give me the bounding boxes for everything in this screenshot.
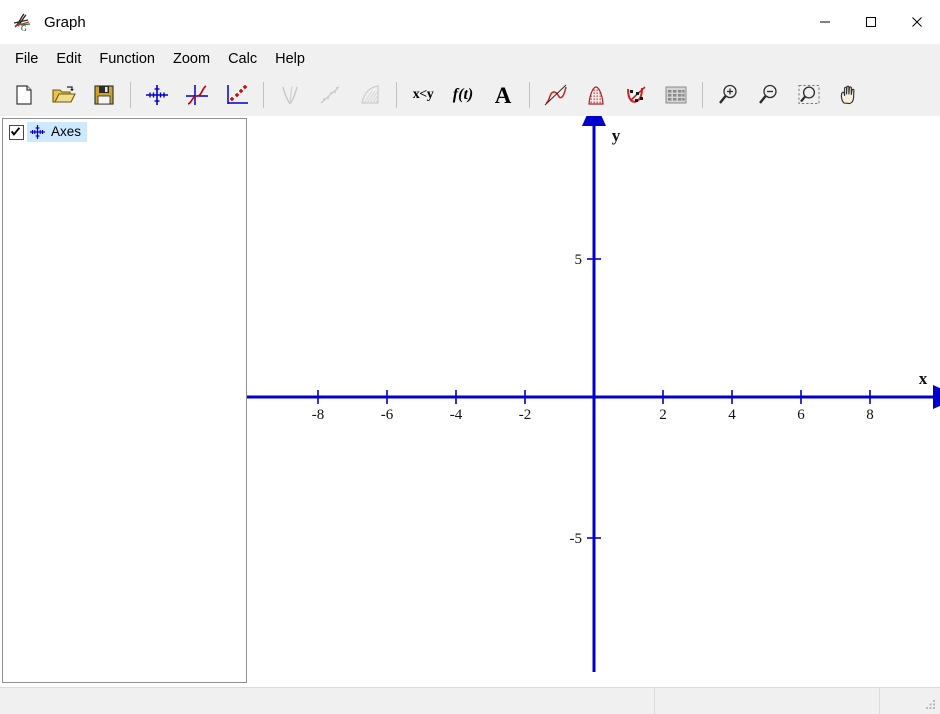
shading-icon	[361, 85, 379, 104]
pan-hand-icon	[840, 85, 855, 105]
title-bar-left: G Graph	[0, 11, 86, 33]
save-file-button[interactable]	[84, 77, 124, 113]
svg-text:5: 5	[575, 252, 583, 268]
status-panel-1	[0, 688, 655, 714]
window-controls	[802, 0, 940, 44]
toolbar-separator	[263, 82, 264, 108]
menu-item-file[interactable]: File	[6, 48, 47, 71]
function-curve-icon	[186, 85, 208, 105]
minimize-icon	[820, 21, 830, 23]
tree-item-axes[interactable]: Axes	[3, 122, 246, 142]
main-content-area: Axes -8 -6 -4 -2 2 4 6 8 5 -5 x y	[0, 116, 940, 687]
tangent-point-button[interactable]	[616, 77, 656, 113]
text-label-icon: A	[494, 82, 512, 108]
table-grid-icon	[665, 86, 687, 104]
svg-text:-8: -8	[312, 407, 325, 423]
insert-parametric-button[interactable]: f(t)	[443, 77, 483, 113]
status-panel-3	[880, 688, 940, 714]
pan-button[interactable]	[829, 77, 869, 113]
svg-text:4: 4	[728, 407, 736, 423]
zoom-in-icon	[719, 84, 737, 104]
graph-app-icon: G	[12, 11, 34, 33]
y-axis-label: y	[612, 126, 621, 145]
insert-point-series-button[interactable]	[217, 77, 257, 113]
axes-cross-icon	[146, 85, 168, 105]
relation-xy-icon: x<y	[412, 87, 434, 102]
checkmark-icon	[10, 126, 21, 136]
point-series-icon	[227, 85, 248, 104]
svg-text:G: G	[21, 24, 27, 33]
tree-item-axes-selection[interactable]: Axes	[27, 122, 88, 142]
graph-canvas[interactable]: -8 -6 -4 -2 2 4 6 8 5 -5 x y	[247, 116, 940, 687]
close-button[interactable]	[894, 0, 940, 44]
tangent-icon	[282, 85, 298, 105]
toolbar-separator	[702, 82, 703, 108]
svg-text:2: 2	[659, 407, 667, 423]
toolbar-separator	[130, 82, 131, 108]
insert-function-button[interactable]	[177, 77, 217, 113]
zoom-out-icon	[759, 84, 777, 104]
evaluate-curve-icon	[544, 84, 567, 106]
window-title: Graph	[44, 13, 86, 31]
svg-text:-2: -2	[519, 407, 532, 423]
insert-trendline-button	[310, 77, 350, 113]
insert-label-button[interactable]: A	[483, 77, 523, 113]
open-file-button[interactable]	[44, 77, 84, 113]
svg-text:8: 8	[866, 407, 874, 423]
svg-text:-4: -4	[450, 407, 463, 423]
title-bar: G Graph	[0, 0, 940, 44]
zoom-out-button[interactable]	[749, 77, 789, 113]
menu-bar: File Edit Function Zoom Calc Help	[0, 44, 940, 74]
area-button[interactable]	[576, 77, 616, 113]
toolbar: x<y f(t) A	[0, 74, 940, 116]
insert-shading-button	[350, 77, 390, 113]
menu-item-calc[interactable]: Calc	[219, 48, 266, 71]
close-icon	[912, 17, 922, 27]
area-shade-icon	[588, 86, 604, 105]
zoom-in-button[interactable]	[709, 77, 749, 113]
parametric-ft-icon: f(t)	[452, 86, 474, 103]
new-file-button[interactable]	[4, 77, 44, 113]
menu-item-zoom[interactable]: Zoom	[164, 48, 219, 71]
minimize-button[interactable]	[802, 0, 848, 44]
menu-item-help[interactable]: Help	[266, 48, 314, 71]
insert-tangent-button	[270, 77, 310, 113]
status-panel-2	[655, 688, 880, 714]
new-document-icon	[16, 85, 32, 105]
svg-text:6: 6	[797, 407, 805, 423]
zoom-window-button[interactable]	[789, 77, 829, 113]
svg-text:-6: -6	[381, 407, 394, 423]
insert-relation-button[interactable]: x<y	[403, 77, 443, 113]
function-list-panel[interactable]: Axes	[2, 118, 247, 683]
y-axis-tick-labels: 5 -5	[570, 252, 583, 547]
open-folder-icon	[52, 86, 76, 103]
menu-item-function[interactable]: Function	[90, 48, 164, 71]
maximize-icon	[866, 17, 876, 27]
toolbar-separator	[529, 82, 530, 108]
save-floppy-icon	[94, 85, 114, 105]
tangent-point-icon	[627, 86, 646, 103]
toolbar-separator	[396, 82, 397, 108]
zoom-window-icon	[798, 85, 820, 104]
x-axis-label: x	[919, 369, 928, 388]
resize-grip-icon[interactable]	[924, 698, 937, 711]
coordinate-system-plot: -8 -6 -4 -2 2 4 6 8 5 -5 x y	[247, 116, 940, 672]
maximize-button[interactable]	[848, 0, 894, 44]
axes-visibility-checkbox[interactable]	[9, 124, 24, 140]
axes-cross-icon	[29, 124, 46, 140]
table-button[interactable]	[656, 77, 696, 113]
svg-text:-5: -5	[570, 531, 583, 547]
evaluate-button[interactable]	[536, 77, 576, 113]
status-bar	[0, 687, 940, 714]
menu-item-edit[interactable]: Edit	[47, 48, 90, 71]
graph-application-window: G Graph File Edit Function Zoom Calc Hel…	[0, 0, 940, 714]
insert-axes-button[interactable]	[137, 77, 177, 113]
tree-item-label: Axes	[51, 124, 82, 140]
trendline-icon	[320, 86, 340, 104]
